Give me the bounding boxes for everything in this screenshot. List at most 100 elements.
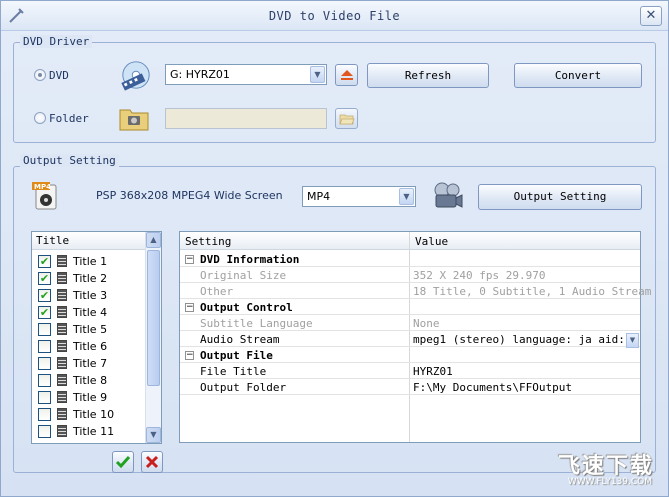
property-category-row[interactable]: − Output File [180,347,640,363]
audio-dropdown-button[interactable]: ▼ [626,333,639,348]
property-name: Output Control [200,301,293,314]
property-row[interactable]: Other 18 Title, 0 Subtitle, 1 Audio Strea… [180,283,651,299]
property-category-row[interactable]: − DVD Information [180,251,640,267]
list-item[interactable]: ✔ Title 2 [32,270,146,287]
title-label: Title 2 [73,272,108,285]
film-strip-icon [57,408,67,420]
dvd-radio[interactable] [34,69,46,81]
list-item[interactable]: ✔ Title 4 [32,304,146,321]
property-value: HYRZ01 [413,365,453,378]
drive-select[interactable]: G: HYRZ01 ▼ [165,64,327,85]
chevron-down-icon[interactable]: ▼ [399,188,414,205]
list-item[interactable]: Title 8 [32,372,146,389]
title-checkbox[interactable]: ✔ [38,306,51,319]
title-label: Title 11 [73,425,115,438]
folder-path-field [165,108,327,129]
format-select[interactable]: MP4 ▼ [302,186,416,207]
title-checkbox[interactable] [38,323,51,336]
close-button[interactable]: ✕ [640,6,662,26]
mp4-profile-icon: MP4 [32,182,57,210]
film-strip-icon [57,374,67,386]
property-value: None [413,317,440,330]
title-list[interactable]: Title ✔ Title 1 ✔ Title 2 ✔ Title 3 ✔ Title 4 Ti… [31,231,162,444]
scroll-thumb[interactable] [147,250,160,386]
property-value: mpeg1 (stereo) language: ja aid: 0 [413,333,639,346]
property-grid[interactable]: Setting Value − DVD Information Original S… [179,231,651,443]
film-strip-icon [57,306,67,318]
window-title: DVD to Video File [268,9,401,23]
collapse-icon[interactable]: − [185,303,194,312]
property-row[interactable]: Subtitle Language None [180,315,640,331]
property-name: Output Folder [200,381,287,394]
cross-icon [145,455,159,469]
scroll-up-button[interactable]: ▲ [146,232,161,248]
refresh-button[interactable]: Refresh [367,63,489,88]
title-checkbox[interactable] [38,374,51,387]
uncheck-all-button[interactable] [141,451,163,473]
convert-button[interactable]: Convert [514,63,642,88]
title-checkbox[interactable] [38,425,51,438]
title-label: Title 8 [73,374,108,387]
checkmark-icon [115,456,131,469]
drive-select-value: G: HYRZ01 [170,68,230,81]
title-list-scrollbar[interactable]: ▲ ▼ [145,232,161,443]
title-checkbox[interactable]: ✔ [38,272,51,285]
title-checkbox[interactable]: ✔ [38,255,51,268]
chevron-down-icon: ▼ [629,336,636,344]
list-item[interactable]: Title 10 [32,406,146,423]
list-item[interactable]: Title 5 [32,321,146,338]
list-item[interactable]: ✔ Title 3 [32,287,146,304]
property-value: 18 Title, 0 Subtitle, 1 Audio Stream [413,285,652,298]
property-name: Subtitle Language [200,317,313,330]
property-value: 352 X 240 fps 29.970 [413,269,546,282]
film-strip-icon [57,323,67,335]
open-folder-icon [338,114,355,125]
dvd-radio-label[interactable]: DVD [49,69,69,82]
property-category-row[interactable]: − Output Control [180,299,640,315]
list-item[interactable]: Title 11 [32,423,146,440]
title-bar: DVD to Video File ✕ [1,1,668,31]
app-window: DVD to Video File ✕ DVD Driver DVD G: HY… [0,0,669,497]
folder-radio[interactable] [34,112,46,124]
film-strip-icon [57,340,67,352]
title-checkbox[interactable] [38,408,51,421]
watermark-logo: 飞速下载 [557,454,654,479]
title-label: Title 4 [73,306,108,319]
scroll-down-button[interactable]: ▼ [146,427,161,443]
output-setting-button[interactable]: Output Setting [478,184,642,210]
folder-radio-label[interactable]: Folder [49,112,89,125]
property-grid-header: Setting Value [180,232,640,250]
property-name: Original Size [200,269,287,282]
list-item[interactable]: Title 6 [32,338,146,355]
profile-description: PSP 368x208 MPEG4 Wide Screen [96,189,283,202]
property-row[interactable]: File Title HYRZ01 [180,363,640,379]
check-all-button[interactable] [112,451,134,473]
collapse-icon[interactable]: − [185,255,194,264]
chevron-down-icon[interactable]: ▼ [310,66,325,83]
title-checkbox[interactable] [38,340,51,353]
list-item[interactable]: Title 7 [32,355,146,372]
dvd-disc-icon [121,61,150,91]
title-checkbox[interactable]: ✔ [38,289,51,302]
film-camera-icon [434,182,463,208]
title-label: Title 7 [73,357,108,370]
title-label: Title 9 [73,391,108,404]
property-row[interactable]: Audio Stream mpeg1 (stereo) language: ja … [180,331,640,347]
title-checkbox[interactable] [38,357,51,370]
title-label: Title 5 [73,323,108,336]
property-row[interactable]: Original Size 352 X 240 fps 29.970 [180,267,640,283]
title-checkbox[interactable] [38,391,51,404]
list-item[interactable]: Title 9 [32,389,146,406]
title-label: Title 6 [73,340,108,353]
film-strip-icon [57,425,67,437]
film-strip-icon [57,255,67,267]
eject-button[interactable] [335,64,358,86]
property-name: Audio Stream [200,333,280,346]
collapse-icon[interactable]: − [185,351,194,360]
property-name: Output File [200,349,273,362]
title-list-rows: ✔ Title 1 ✔ Title 2 ✔ Title 3 ✔ Title 4 Title 5 T… [32,253,146,440]
list-item[interactable]: ✔ Title 1 [32,253,146,270]
mp4-badge-text: MP4 [34,183,51,191]
film-strip-icon [57,289,67,301]
property-row[interactable]: Output Folder F:\My Documents\FFOutput [180,379,640,395]
